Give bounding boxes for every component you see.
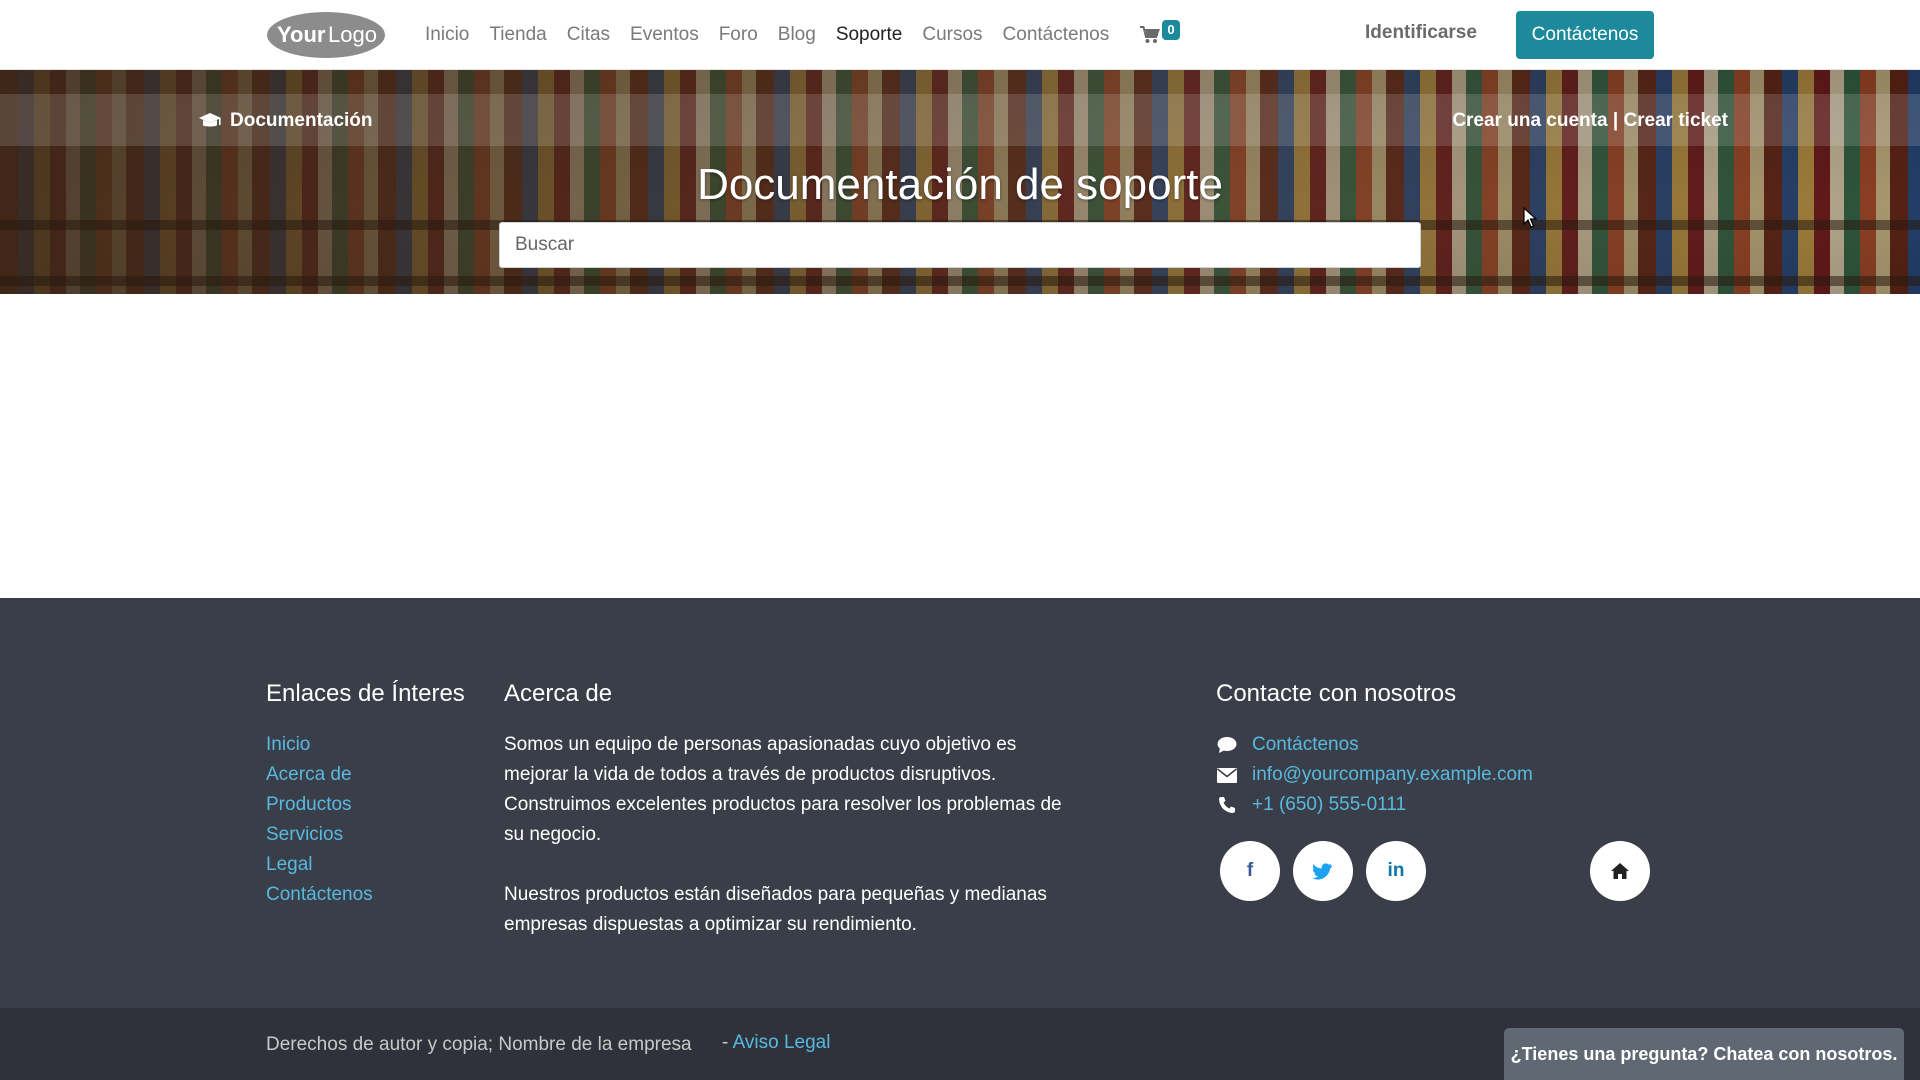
documentation-label: Documentación [230, 110, 373, 131]
footer-link-inicio[interactable]: Inicio [266, 730, 373, 760]
cart-count-badge: 0 [1162, 20, 1180, 40]
linkedin-icon: in [1387, 860, 1405, 881]
phone-label: +1 (650) 555-0111 [1252, 794, 1407, 815]
nav-item-tienda[interactable]: Tienda [489, 24, 546, 46]
contact-us-link[interactable]: Contáctenos [1216, 730, 1533, 760]
footer-link-productos[interactable]: Productos [266, 790, 373, 820]
nav-item-citas[interactable]: Citas [567, 24, 610, 46]
documentation-link[interactable]: Documentación [198, 110, 373, 132]
site-footer: Enlaces de Ínteres Inicio Acerca de Prod… [0, 598, 1920, 1008]
links-separator: | [1612, 110, 1619, 131]
create-ticket-link[interactable]: Crear ticket [1623, 110, 1728, 131]
footer-link-contactenos[interactable]: Contáctenos [266, 880, 373, 910]
footer-links-list: Inicio Acerca de Productos Servicios Leg… [266, 730, 373, 910]
twitter-button[interactable] [1293, 841, 1353, 901]
top-navbar: Your Logo Inicio Tienda Citas Eventos Fo… [0, 0, 1920, 70]
nav-item-blog[interactable]: Blog [778, 24, 816, 46]
nav-item-eventos[interactable]: Eventos [630, 24, 699, 46]
nav-item-soporte[interactable]: Soporte [836, 24, 903, 46]
about-paragraph-1: Somos un equipo de personas apasionadas … [504, 734, 1062, 845]
shelf-divider [0, 276, 1920, 286]
footer-link-acerca[interactable]: Acerca de [266, 760, 373, 790]
email-link[interactable]: info@yourcompany.example.com [1216, 760, 1533, 790]
live-chat-button[interactable]: ¿Tienes una pregunta? Chatea con nosotro… [1504, 1028, 1904, 1080]
footer-links-title: Enlaces de Ínteres [266, 680, 465, 707]
home-button[interactable] [1590, 841, 1650, 901]
footer-contact-title: Contacte con nosotros [1216, 680, 1457, 707]
linkedin-button[interactable]: in [1366, 841, 1426, 901]
copyright-text: Derechos de autor y copia; Nombre de la … [266, 1034, 692, 1055]
graduation-cap-icon [199, 113, 221, 127]
comment-icon [1216, 734, 1238, 756]
contact-list: Contáctenos info@yourcompany.example.com… [1216, 730, 1533, 820]
phone-icon [1216, 794, 1238, 816]
envelope-icon [1216, 764, 1238, 786]
shopping-cart-icon [1140, 26, 1160, 43]
main-nav: Inicio Tienda Citas Eventos Foro Blog So… [425, 0, 1129, 70]
contact-us-label: Contáctenos [1252, 734, 1359, 755]
nav-item-inicio[interactable]: Inicio [425, 24, 469, 46]
company-logo[interactable]: Your Logo [266, 11, 386, 59]
facebook-icon: f [1246, 860, 1254, 881]
footer-about-title: Acerca de [504, 680, 613, 707]
svg-text:Your: Your [277, 22, 326, 47]
login-link[interactable]: Identificarse [1365, 22, 1477, 44]
legal-dash: - [722, 1032, 729, 1053]
hero-account-links: Crear una cuenta | Crear ticket [1452, 110, 1728, 132]
contact-us-button[interactable]: Contáctenos [1516, 11, 1654, 59]
twitter-icon [1313, 862, 1333, 880]
page-title: Documentación de soporte [697, 160, 1223, 209]
cart-button[interactable]: 0 [1140, 20, 1186, 50]
svg-text:Logo: Logo [328, 22, 377, 47]
search-input[interactable] [499, 222, 1421, 268]
nav-item-contactenos[interactable]: Contáctenos [1003, 24, 1110, 46]
footer-link-servicios[interactable]: Servicios [266, 820, 373, 850]
home-icon [1611, 863, 1629, 879]
nav-item-cursos[interactable]: Cursos [922, 24, 982, 46]
facebook-button[interactable]: f [1220, 841, 1280, 901]
create-account-link[interactable]: Crear una cuenta [1452, 110, 1607, 131]
mouse-cursor-icon [1523, 207, 1537, 228]
legal-notice: - Aviso Legal [722, 1032, 830, 1054]
phone-link[interactable]: +1 (650) 555-0111 [1216, 790, 1533, 820]
footer-link-legal[interactable]: Legal [266, 850, 373, 880]
about-paragraph-2: Nuestros productos están diseñados para … [504, 884, 1047, 935]
nav-item-foro[interactable]: Foro [719, 24, 758, 46]
hero-banner: Documentación Crear una cuenta | Crear t… [0, 70, 1920, 294]
legal-notice-link[interactable]: Aviso Legal [733, 1032, 831, 1053]
email-label: info@yourcompany.example.com [1252, 764, 1533, 785]
